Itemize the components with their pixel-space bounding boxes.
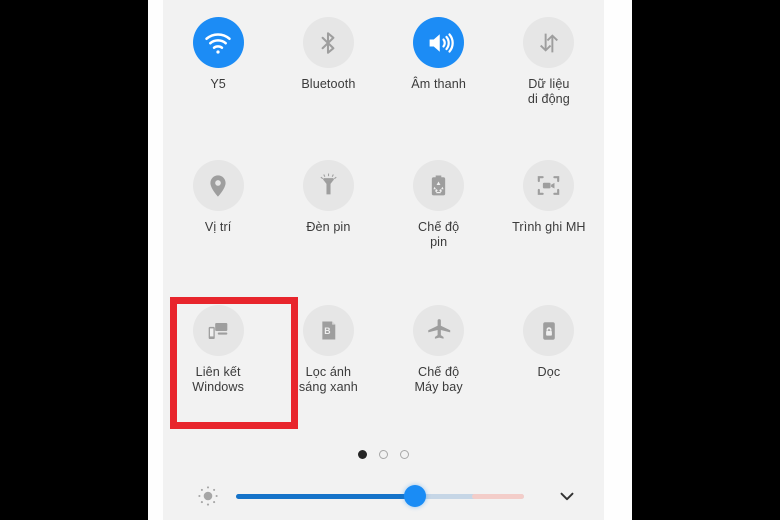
slider-knob[interactable]: [403, 485, 426, 507]
page-margin-right: [604, 0, 632, 520]
location-pin-icon[interactable]: [192, 160, 244, 211]
airplane-mode-icon[interactable]: [413, 305, 465, 356]
quick-settings-row-3: Liên kết Windows B Lọc ánh sáng xanh Chế…: [163, 305, 604, 395]
rotation-lock-icon[interactable]: [523, 305, 575, 356]
link-to-windows-icon[interactable]: [192, 305, 244, 356]
tile-label: Y5: [210, 77, 226, 91]
tile-screen-recorder[interactable]: Trình ghi MH: [494, 160, 604, 250]
tile-label: Bluetooth: [301, 77, 356, 91]
letterbox-bar-left: [0, 0, 148, 520]
tile-label: Dọc: [537, 365, 561, 379]
tile-battery-saver[interactable]: Chế độ pin: [384, 160, 494, 250]
tile-rotation-lock[interactable]: Dọc: [494, 305, 604, 395]
tile-location[interactable]: Vị trí: [163, 160, 273, 250]
volume-icon[interactable]: [413, 17, 465, 68]
tile-wifi[interactable]: Y5: [163, 17, 273, 107]
slider-track-warm-zone: [472, 494, 524, 499]
pagination-dot-1[interactable]: [358, 450, 367, 459]
pagination-dots: [163, 450, 604, 459]
tile-label: Dữ liệu di động: [527, 77, 570, 106]
tile-mobile-data[interactable]: Dữ liệu di động: [494, 17, 604, 107]
flashlight-icon[interactable]: [302, 160, 354, 211]
slider-track-fill: [236, 494, 415, 499]
brightness-slider[interactable]: [236, 485, 524, 507]
letterbox-bar-right: [632, 0, 780, 520]
quick-settings-row-1: Y5 Bluetooth Âm thanh Dữ liệu di động: [163, 17, 604, 107]
screenshot-stage: Y5 Bluetooth Âm thanh Dữ liệu di động Vị…: [0, 0, 780, 520]
tile-label: Liên kết Windows: [192, 365, 245, 394]
tile-label: Đèn pin: [306, 220, 351, 234]
tile-bluetooth[interactable]: Bluetooth: [273, 17, 383, 107]
screen-recorder-icon[interactable]: [523, 160, 575, 211]
tile-sound[interactable]: Âm thanh: [384, 17, 494, 107]
tile-label: Trình ghi MH: [512, 220, 586, 234]
tile-label: Lọc ánh sáng xanh: [298, 365, 358, 394]
battery-saver-icon[interactable]: [413, 160, 465, 211]
tile-airplane-mode[interactable]: Chế độ Máy bay: [384, 305, 494, 395]
brightness-sun-icon: [191, 484, 225, 508]
pagination-dot-3[interactable]: [400, 450, 409, 459]
tile-label: Chế độ Máy bay: [414, 365, 463, 394]
mobile-data-icon[interactable]: [523, 17, 575, 68]
tile-label: Âm thanh: [411, 77, 466, 91]
tile-link-to-windows[interactable]: Liên kết Windows: [163, 305, 273, 395]
chevron-down-icon[interactable]: [552, 485, 582, 507]
brightness-row: [163, 478, 604, 514]
pagination-dot-2[interactable]: [379, 450, 388, 459]
quick-settings-panel: Y5 Bluetooth Âm thanh Dữ liệu di động Vị…: [163, 0, 604, 520]
tile-label: Vị trí: [204, 220, 232, 234]
page-margin-left: [148, 0, 163, 520]
tile-label: Chế độ pin: [418, 220, 460, 249]
blue-light-filter-icon[interactable]: B: [302, 305, 354, 356]
tile-flashlight[interactable]: Đèn pin: [273, 160, 383, 250]
wifi-icon[interactable]: [192, 17, 244, 68]
quick-settings-row-2: Vị trí Đèn pin Chế độ pin Trình ghi MH: [163, 160, 604, 250]
bluetooth-icon[interactable]: [302, 17, 354, 68]
svg-text:B: B: [324, 326, 330, 336]
tile-blue-light-filter[interactable]: B Lọc ánh sáng xanh: [273, 305, 383, 395]
